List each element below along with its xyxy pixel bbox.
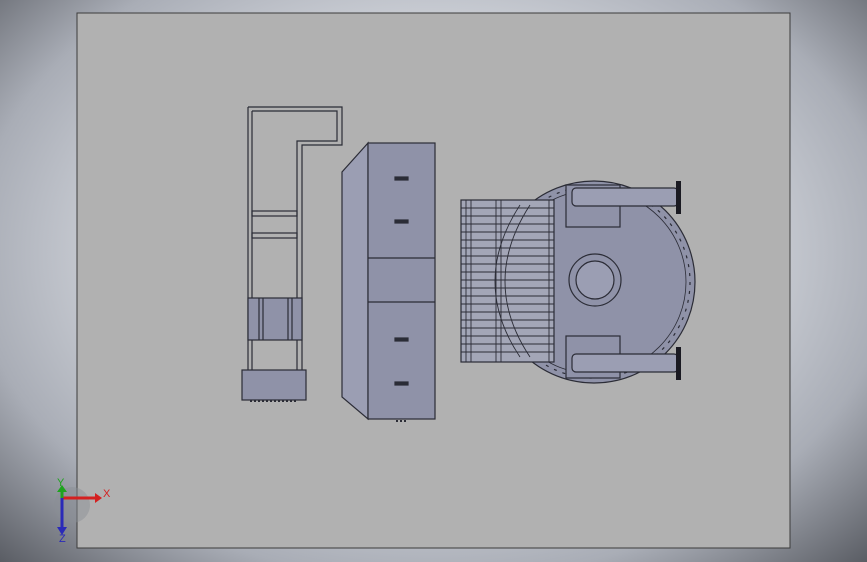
cabinet-part[interactable]	[341, 141, 436, 422]
y-axis-label: Y	[57, 477, 65, 489]
triad-origin-shadow	[54, 487, 90, 523]
drawer-handle	[394, 337, 409, 342]
drawer-handle	[394, 381, 409, 386]
tank-assembly-part[interactable]	[460, 180, 696, 384]
x-axis-label: X	[103, 488, 111, 500]
drawer-handle	[394, 176, 409, 181]
cad-viewport[interactable]: X Y Z	[0, 0, 867, 562]
pipe-top	[571, 187, 679, 207]
drawer-handle	[394, 219, 409, 224]
z-axis-label: Z	[59, 533, 66, 545]
pipe-bottom	[571, 353, 679, 373]
